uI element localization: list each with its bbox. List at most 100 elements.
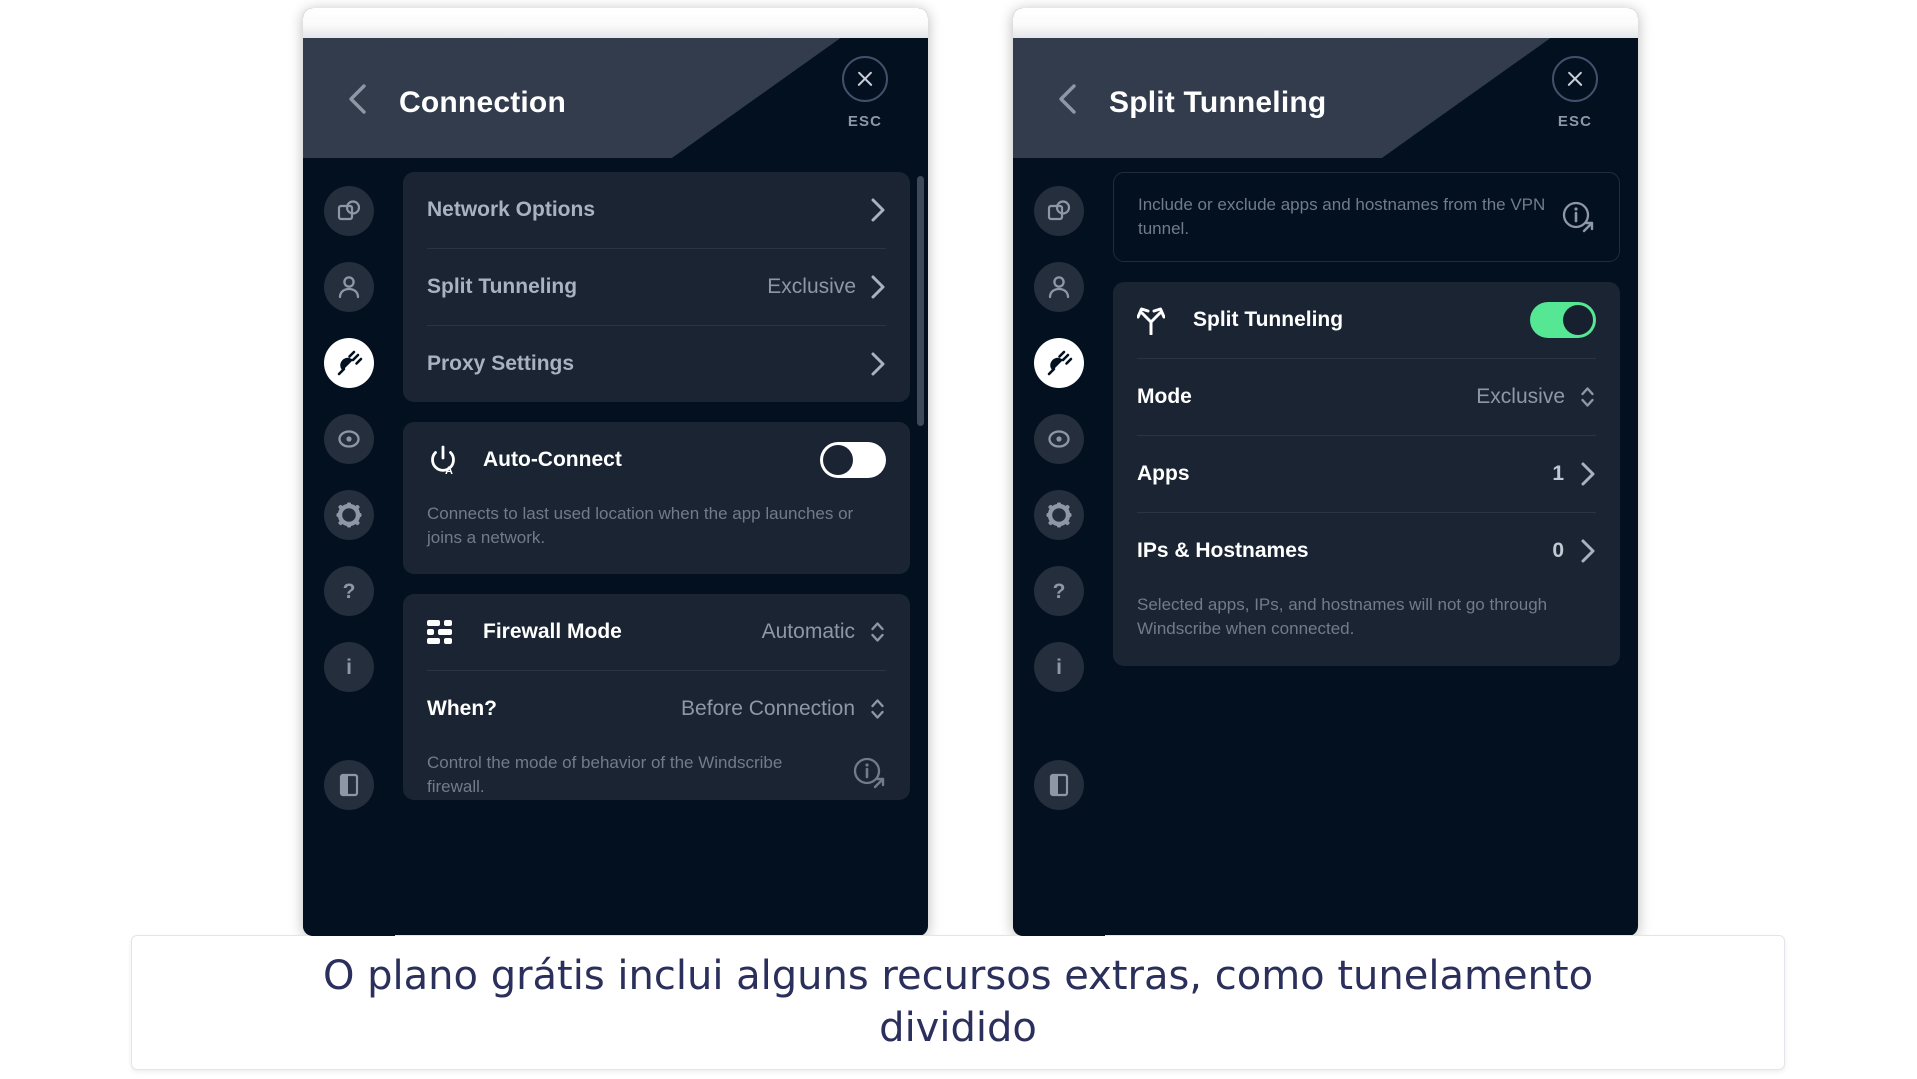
row-ips-hostnames[interactable]: IPs & Hostnames 0 <box>1137 513 1596 589</box>
sidebar-item-connection[interactable] <box>1034 338 1084 388</box>
row-apps[interactable]: Apps 1 <box>1137 436 1596 514</box>
sidebar-item-robert[interactable] <box>324 414 374 464</box>
caption-box: O plano grátis inclui alguns recursos ex… <box>131 935 1785 1070</box>
account-person-icon <box>338 276 360 299</box>
sidebar-item-connection[interactable] <box>324 338 374 388</box>
row-proxy-settings[interactable]: Proxy Settings <box>427 326 886 402</box>
sidebar-item-preferences[interactable] <box>1034 490 1084 540</box>
left-panel-content: Network Options Split Tunneling Exclusiv… <box>395 158 928 936</box>
window-title-bar <box>303 8 928 38</box>
sidebar-item-about[interactable]: i <box>1034 642 1084 692</box>
split-tunneling-info-card: Include or exclude apps and hostnames fr… <box>1113 172 1620 263</box>
gear-icon <box>336 502 362 528</box>
sidebar-item-general[interactable] <box>324 186 374 236</box>
sidebar-item-logout[interactable] <box>1034 760 1084 810</box>
power-auto-icon: A <box>431 445 455 476</box>
split-tunneling-description: Selected apps, IPs, and hostnames will n… <box>1137 595 1548 639</box>
row-label: Split Tunneling <box>1193 308 1344 332</box>
stepper-updown-icon[interactable] <box>869 620 886 644</box>
chevron-left-icon <box>1059 84 1076 114</box>
close-x-icon[interactable] <box>842 56 888 102</box>
stepper-updown-icon[interactable] <box>1579 385 1596 409</box>
row-value: 0 <box>1552 539 1564 563</box>
window-title-bar <box>1013 8 1638 38</box>
svg-text:?: ? <box>343 580 356 603</box>
question-mark-icon: ? <box>1053 580 1066 603</box>
chevron-right-icon <box>1581 539 1595 563</box>
svg-text:i: i <box>346 656 352 679</box>
stepper-updown-icon[interactable] <box>869 697 886 721</box>
info-description: Include or exclude apps and hostnames fr… <box>1138 195 1546 239</box>
info-letter-icon: i <box>1056 656 1062 679</box>
row-value: Before Connection <box>681 697 855 721</box>
auto-connect-card: A Auto-Connect Connects to last used loc… <box>403 422 910 575</box>
info-description-row: Include or exclude apps and hostnames fr… <box>1138 193 1595 241</box>
exit-door-icon <box>1049 773 1069 797</box>
page-title: Connection <box>399 86 566 119</box>
content-scrollbar[interactable] <box>917 176 924 426</box>
row-firewall-mode[interactable]: Firewall Mode Automatic <box>427 594 886 672</box>
general-shapes-icon <box>337 200 361 221</box>
row-firewall-when[interactable]: When? Before Connection <box>427 671 886 747</box>
right-panel-content: Include or exclude apps and hostnames fr… <box>1105 158 1638 936</box>
svg-text:?: ? <box>1053 580 1066 603</box>
back-button[interactable] <box>345 82 371 116</box>
row-label: Network Options <box>427 198 596 221</box>
info-external-link-icon[interactable] <box>852 756 886 790</box>
right-panel-icon-rail: ? i <box>1013 158 1105 936</box>
split-tunneling-window: Split Tunneling ESC ? i Include or exclu… <box>1013 8 1638 936</box>
row-icon <box>427 619 461 645</box>
row-value: Exclusive <box>767 275 856 298</box>
row-auto-connect[interactable]: A Auto-Connect <box>427 422 886 498</box>
sidebar-item-account[interactable] <box>324 262 374 312</box>
close-x-icon[interactable] <box>1552 56 1598 102</box>
auto-connect-toggle[interactable] <box>820 442 886 478</box>
chevron-left-icon <box>349 84 366 114</box>
split-tunnel-fork-icon <box>1137 307 1165 336</box>
sidebar-item-general[interactable] <box>1034 186 1084 236</box>
sidebar-item-help[interactable]: ? <box>1034 566 1084 616</box>
chevron-right-icon <box>871 275 885 299</box>
question-mark-icon: ? <box>343 580 356 603</box>
split-tunneling-toggle[interactable] <box>1530 302 1596 339</box>
account-person-icon <box>1048 276 1070 299</box>
info-external-link-icon[interactable] <box>1561 200 1595 234</box>
row-split-tunneling[interactable]: Split Tunneling Exclusive <box>427 249 886 326</box>
sidebar-item-robert[interactable] <box>1034 414 1084 464</box>
sidebar-item-logout[interactable] <box>324 760 374 810</box>
row-split-tunneling-toggle[interactable]: Split Tunneling <box>1137 282 1596 360</box>
row-label: Auto-Connect <box>483 448 622 471</box>
connection-plug-icon <box>337 350 362 375</box>
sidebar-item-help[interactable]: ? <box>324 566 374 616</box>
esc-label: ESC <box>1557 113 1593 130</box>
row-network-options[interactable]: Network Options <box>427 172 886 249</box>
sidebar-item-preferences[interactable] <box>324 490 374 540</box>
esc-group: ESC <box>830 56 900 130</box>
chevron-right-icon <box>871 352 885 376</box>
left-panel-icon-rail: ? i <box>303 158 395 936</box>
general-shapes-icon <box>1047 200 1071 221</box>
chevron-right-icon <box>871 198 885 222</box>
row-mode[interactable]: Mode Exclusive <box>1137 359 1596 437</box>
connection-plug-icon <box>1047 350 1072 375</box>
row-value: 1 <box>1552 462 1564 486</box>
sidebar-item-about[interactable]: i <box>324 642 374 692</box>
row-label: Mode <box>1137 385 1192 409</box>
firewall-mode-card: Firewall Mode Automatic When? Before Con… <box>403 594 910 800</box>
firewall-description: Control the mode of behavior of the Wind… <box>427 753 783 797</box>
page-title: Split Tunneling <box>1109 86 1327 119</box>
chevron-right-icon <box>1581 462 1595 486</box>
row-label: Proxy Settings <box>427 352 575 375</box>
gear-icon <box>1046 502 1072 528</box>
back-button[interactable] <box>1055 82 1081 116</box>
esc-group: ESC <box>1540 56 1610 130</box>
svg-text:i: i <box>1056 656 1062 679</box>
row-icon <box>1137 305 1171 336</box>
connection-settings-card: Network Options Split Tunneling Exclusiv… <box>403 172 910 402</box>
right-panel-header: Split Tunneling ESC <box>1013 38 1638 158</box>
sidebar-item-account[interactable] <box>1034 262 1084 312</box>
esc-label: ESC <box>847 113 883 130</box>
robert-eye-icon <box>338 430 360 448</box>
svg-text:A: A <box>445 465 453 476</box>
auto-connect-description: Connects to last used location when the … <box>427 504 854 548</box>
